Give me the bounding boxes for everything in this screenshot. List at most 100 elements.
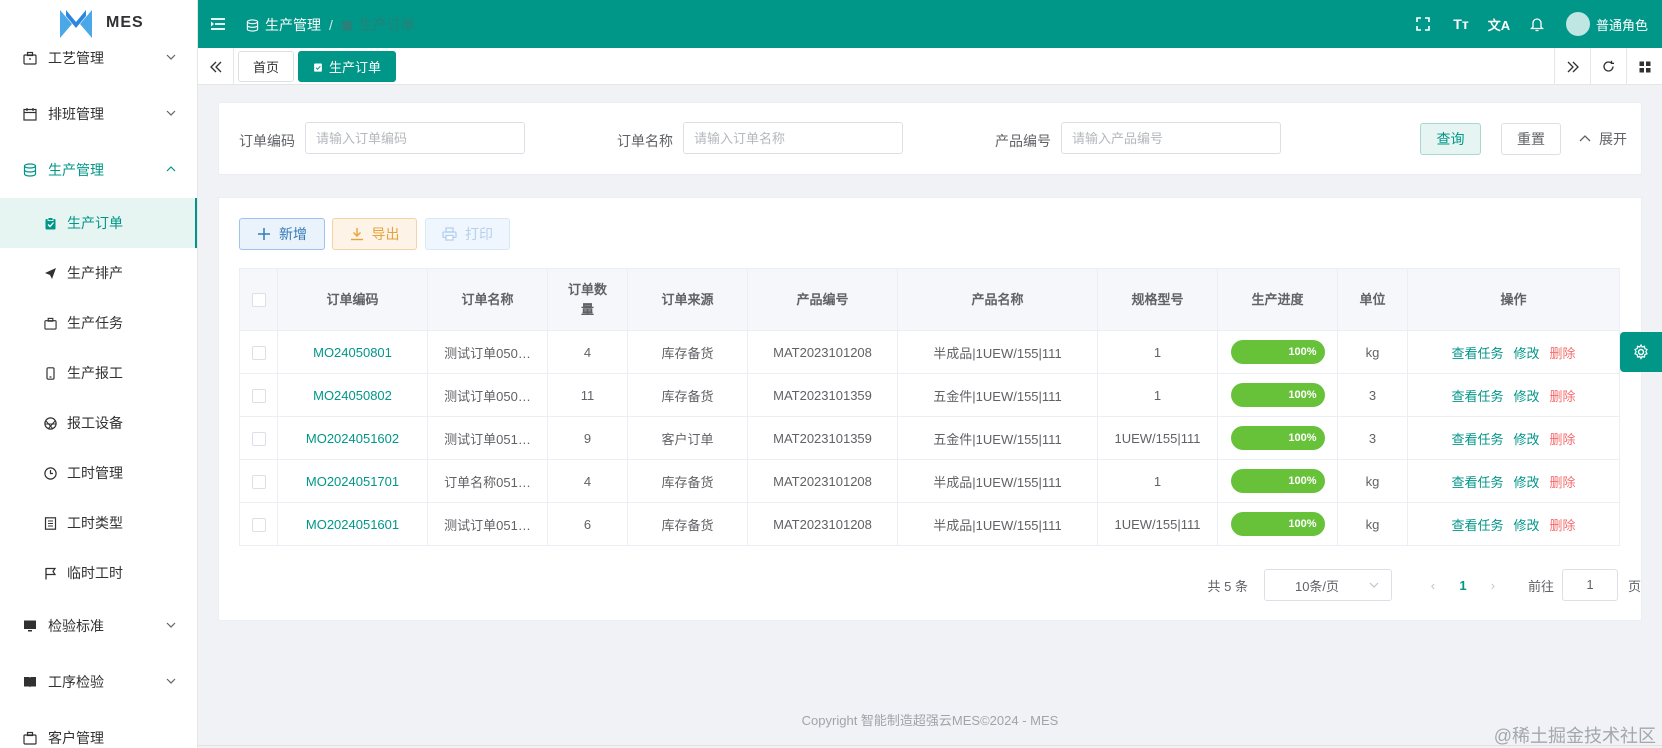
top-bar: 生产管理 / 生产订单 Tт 文A 普通角色 xyxy=(198,0,1662,48)
delete-button[interactable]: 删除 xyxy=(1550,432,1576,447)
tab-label: 首页 xyxy=(253,60,280,75)
edit-button[interactable]: 修改 xyxy=(1513,518,1539,533)
sidebar-item-report[interactable]: 生产报工 xyxy=(0,348,197,398)
view-tasks-button[interactable]: 查看任务 xyxy=(1451,475,1503,490)
sidebar-item-temp-hours[interactable]: 临时工时 xyxy=(0,548,197,598)
table-cell-progress: 100% xyxy=(1217,502,1338,546)
column-header: 产品名称 xyxy=(897,268,1098,331)
user-menu[interactable]: 普通角色 xyxy=(1565,12,1648,36)
order-code-link[interactable]: MO2024051701 xyxy=(306,474,399,489)
tabs-bar: 首页 生产订单 xyxy=(198,48,1662,85)
table-cell-name: 测试订单050… xyxy=(427,330,548,374)
row-checkbox[interactable] xyxy=(251,474,266,489)
edit-button[interactable]: 修改 xyxy=(1513,432,1539,447)
chevron-down-icon xyxy=(166,678,176,684)
order-code-link[interactable]: MO24050802 xyxy=(313,388,392,403)
sidebar-item-scheduling[interactable]: 生产排产 xyxy=(0,248,197,298)
goto-page-input[interactable]: 1 xyxy=(1561,569,1618,601)
table-cell-product-code: MAT2023101359 xyxy=(747,416,898,460)
view-tasks-button[interactable]: 查看任务 xyxy=(1451,432,1503,447)
view-tasks-button[interactable]: 查看任务 xyxy=(1451,346,1503,361)
sidebar-item-task[interactable]: 生产任务 xyxy=(0,298,197,348)
reset-button[interactable]: 重置 xyxy=(1501,123,1561,155)
sidebar-item-hour-type[interactable]: 工时类型 xyxy=(0,498,197,548)
expand-button[interactable]: 展开 xyxy=(1571,123,1635,155)
table-cell-spec: 1 xyxy=(1097,459,1218,503)
product-code-input[interactable] xyxy=(1061,122,1281,154)
row-checkbox[interactable] xyxy=(251,345,266,360)
sidebar-item-customer[interactable]: 客户管理 xyxy=(0,710,197,748)
edit-button[interactable]: 修改 xyxy=(1513,346,1539,361)
order-code-link[interactable]: MO24050801 xyxy=(313,345,392,360)
tab-label: 生产订单 xyxy=(329,60,382,75)
fullscreen-icon[interactable] xyxy=(1404,0,1442,48)
refresh-icon[interactable] xyxy=(1590,48,1626,85)
tabs-scroll-right-icon[interactable] xyxy=(1554,48,1590,85)
order-code-link[interactable]: MO2024051602 xyxy=(306,431,399,446)
order-code-link[interactable]: MO2024051601 xyxy=(306,517,399,532)
translate-icon[interactable]: 文A xyxy=(1480,0,1518,48)
sidebar-item-process-inspection[interactable]: 工序检验 xyxy=(0,654,197,710)
menu-toggle-icon[interactable] xyxy=(210,16,226,32)
briefcase-icon xyxy=(43,316,57,330)
sidebar-item-production[interactable]: 生产管理 xyxy=(0,142,197,198)
delete-button[interactable]: 删除 xyxy=(1550,389,1576,404)
table-row[interactable]: MO24050802 测试订单050… 11 库存备货 MAT2023101359 五金件… xyxy=(239,373,1620,417)
sidebar-item-hours[interactable]: 工时管理 xyxy=(0,448,197,498)
table-row[interactable]: MO24050801 测试订单050… 4 库存备货 MAT2023101208 半成品|… xyxy=(239,330,1620,374)
delete-button[interactable]: 删除 xyxy=(1550,346,1576,361)
tabs-scroll-left-icon[interactable] xyxy=(198,48,234,85)
table-cell-source: 库存备货 xyxy=(627,459,748,503)
page-size-select[interactable]: 10条/页 xyxy=(1263,569,1392,601)
sidebar-item-device[interactable]: 报工设备 xyxy=(0,398,197,448)
grid-menu-icon[interactable] xyxy=(1626,48,1662,85)
delete-button[interactable]: 删除 xyxy=(1550,475,1576,490)
database-icon xyxy=(246,18,259,32)
table-card: 新增 导出 打印 订单编码 订单名称 订单数量 订单来源 产品编号 产品名称 规… xyxy=(218,197,1642,621)
row-select-cell xyxy=(239,330,278,374)
breadcrumb-item[interactable]: 生产管理 xyxy=(265,15,321,35)
query-button[interactable]: 查询 xyxy=(1420,123,1481,155)
edit-button[interactable]: 修改 xyxy=(1513,475,1539,490)
table-cell-spec: 1UEW/155|111 xyxy=(1097,416,1218,460)
font-size-icon[interactable]: Tт xyxy=(1442,0,1480,48)
order-code-input[interactable] xyxy=(305,122,525,154)
row-checkbox[interactable] xyxy=(251,431,266,446)
order-name-label: 订单名称 xyxy=(617,133,673,149)
prev-page-icon[interactable]: ‹ xyxy=(1418,578,1448,593)
view-tasks-button[interactable]: 查看任务 xyxy=(1451,389,1503,404)
add-button[interactable]: 新增 xyxy=(239,218,325,250)
expand-label: 展开 xyxy=(1599,131,1627,147)
printer-icon xyxy=(442,227,457,241)
settings-gear-button[interactable] xyxy=(1620,332,1662,372)
table-row[interactable]: MO2024051701 订单名称051… 4 库存备货 MAT2023101208 半成… xyxy=(239,459,1620,503)
delete-button[interactable]: 删除 xyxy=(1550,518,1576,533)
select-all-checkbox[interactable] xyxy=(251,293,266,308)
bell-icon[interactable] xyxy=(1518,0,1556,48)
document-icon xyxy=(43,516,57,530)
edit-button[interactable]: 修改 xyxy=(1513,389,1539,404)
sidebar-item-shift[interactable]: 排班管理 xyxy=(0,86,197,142)
row-checkbox[interactable] xyxy=(251,388,266,403)
sidebar-item-process[interactable]: 工艺管理 xyxy=(0,30,197,86)
phone-icon xyxy=(43,366,57,380)
footer-copyright: Copyright 智能制造超强云MES©2024 - MES xyxy=(801,713,1059,728)
next-page-icon[interactable]: › xyxy=(1478,578,1508,593)
table-row[interactable]: MO2024051601 测试订单051… 6 库存备货 MAT2023101208 半成… xyxy=(239,502,1620,546)
table-row[interactable]: MO2024051602 测试订单051… 9 客户订单 MAT2023101359 五金… xyxy=(239,416,1620,460)
table-cell-progress: 100% xyxy=(1217,416,1338,460)
export-button[interactable]: 导出 xyxy=(332,218,417,250)
sidebar-item-production-order[interactable]: 生产订单 xyxy=(0,198,197,248)
order-name-input[interactable] xyxy=(683,122,903,154)
sidebar-item-label: 排班管理 xyxy=(48,106,104,122)
view-tasks-button[interactable]: 查看任务 xyxy=(1451,518,1503,533)
page-number[interactable]: 1 xyxy=(1448,578,1478,593)
table-cell-actions: 查看任务 修改 删除 xyxy=(1407,330,1620,374)
row-checkbox[interactable] xyxy=(251,517,266,532)
tab-production-order[interactable]: 生产订单 xyxy=(298,51,397,82)
clipboard-icon xyxy=(314,63,322,72)
table-cell-actions: 查看任务 修改 删除 xyxy=(1407,502,1620,546)
sidebar-item-inspection-standard[interactable]: 检验标准 xyxy=(0,598,197,654)
print-button[interactable]: 打印 xyxy=(425,218,510,250)
tab-home[interactable]: 首页 xyxy=(238,51,295,82)
